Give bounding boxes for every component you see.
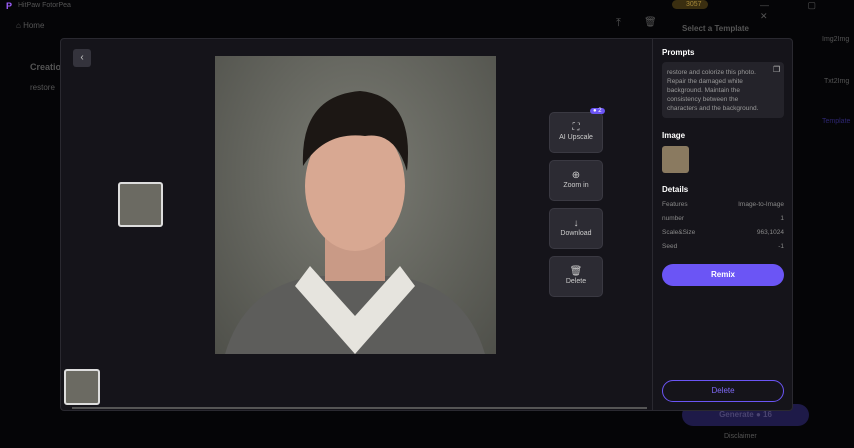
- download-button[interactable]: ↓ Download: [549, 208, 603, 249]
- detail-row: Scale&Size 963,1024: [662, 229, 784, 236]
- nav-txt2img[interactable]: Txt2Img: [824, 78, 849, 85]
- select-template-label: Select a Template: [682, 24, 749, 33]
- remix-button[interactable]: Remix: [662, 264, 784, 286]
- back-button[interactable]: ‹: [73, 49, 91, 67]
- creation-label: Creatio: [30, 62, 62, 72]
- source-thumbnail[interactable]: [118, 182, 163, 227]
- details-title: Details: [662, 185, 689, 194]
- app-title: HitPaw FotorPea: [18, 2, 71, 9]
- download-icon: ↓: [573, 218, 579, 229]
- image-title: Image: [662, 131, 686, 140]
- detail-row: Features Image-to-Image: [662, 201, 784, 208]
- trash-icon: 🗑: [569, 266, 583, 277]
- zoom-in-icon: ⊕: [571, 170, 581, 181]
- upscale-icon: ⛶: [572, 122, 580, 133]
- detail-row: number 1: [662, 215, 784, 222]
- disclaimer-link[interactable]: Disclaimer: [724, 433, 757, 440]
- copy-icon[interactable]: ❐: [773, 65, 780, 74]
- delete-button[interactable]: Delete: [662, 380, 784, 402]
- delete-tool-button[interactable]: 🗑 Delete: [549, 256, 603, 297]
- credits-badge[interactable]: 3057: [672, 0, 708, 9]
- nav-img2img[interactable]: Img2Img: [822, 36, 849, 43]
- window-controls[interactable]: — ▢ ✕: [760, 0, 854, 22]
- upload-icon[interactable]: ⤒: [616, 17, 621, 30]
- prompt-box: restore and colorize this photo. Repair …: [662, 62, 784, 118]
- zoom-in-button[interactable]: ⊕ Zoom in: [549, 160, 603, 201]
- result-image: [215, 56, 496, 354]
- gallery-thumbnail[interactable]: [64, 369, 100, 405]
- restore-text: restore: [30, 83, 55, 92]
- nav-template[interactable]: Template: [822, 118, 850, 125]
- trash-icon[interactable]: 🗑: [644, 17, 657, 28]
- image-scrollbar[interactable]: [72, 407, 647, 409]
- ai-upscale-button[interactable]: ⛶ AI Upscale: [549, 112, 603, 153]
- credit-badge: ● 2: [590, 108, 605, 114]
- app-logo: P: [6, 1, 13, 11]
- prompts-title: Prompts: [662, 48, 695, 57]
- input-image-thumbnail[interactable]: [662, 146, 689, 173]
- home-link[interactable]: ⌂ Home: [16, 21, 44, 30]
- details-list: Features Image-to-Image number 1 Scale&Siz…: [662, 201, 784, 257]
- detail-row: Seed -1: [662, 243, 784, 250]
